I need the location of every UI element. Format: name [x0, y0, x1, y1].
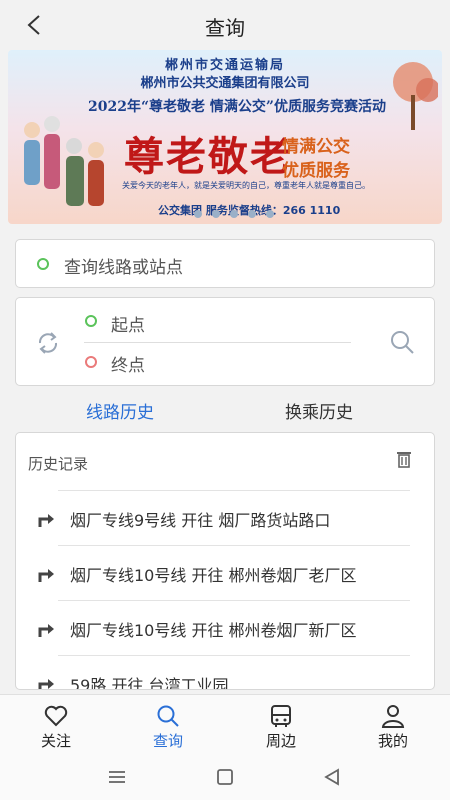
turn-arrow-icon — [38, 624, 54, 637]
tree-illustration — [393, 62, 438, 130]
start-dot-icon — [85, 315, 97, 327]
user-icon — [381, 705, 405, 728]
route-planner: 起点 终点 — [15, 297, 435, 386]
history-item-label: 59路 开往 台湾工业园 — [70, 676, 229, 690]
nav-nearby[interactable]: 周边 — [246, 695, 316, 755]
banner-small-text: 关爱今天的老年人，就是关爱明天的自己，尊重老年人就是尊重自己。 — [122, 181, 370, 190]
menu-icon[interactable] — [106, 766, 128, 788]
history-item[interactable]: 烟厂专线10号线 开往 郴州卷烟厂新厂区 — [36, 601, 422, 656]
turn-arrow-icon — [38, 514, 54, 527]
carousel-indicator — [194, 210, 274, 218]
banner-line3: 2022年“尊老敬老 情满公交”优质服务竞赛活动 — [88, 99, 386, 115]
history-title: 历史记录 — [28, 455, 89, 473]
divider — [58, 600, 410, 601]
system-navigation-bar — [0, 754, 450, 800]
banner-slogan1: 情满公交 — [282, 137, 350, 157]
start-field[interactable]: 起点 — [111, 311, 145, 336]
nav-nearby-label: 周边 — [265, 732, 296, 750]
end-dot-icon — [85, 356, 97, 368]
end-field[interactable]: 终点 — [111, 351, 145, 376]
history-item[interactable]: 59路 开往 台湾工业园 — [36, 656, 422, 690]
tab-route-history[interactable]: 线路历史 — [86, 398, 154, 423]
divider — [58, 545, 410, 546]
header: 查询 — [0, 0, 450, 50]
search-icon[interactable] — [388, 328, 416, 356]
trash-icon[interactable] — [394, 449, 414, 469]
route-divider — [84, 342, 351, 343]
banner-headline: 尊老敬老 — [124, 133, 292, 180]
banner-line2: 郴州市公共交通集团有限公司 — [140, 76, 310, 91]
promo-banner[interactable]: 郴州市交通运输局 郴州市公共交通集团有限公司 2022年“尊老敬老 情满公交”优… — [8, 50, 442, 224]
home-icon[interactable] — [214, 766, 236, 788]
bottom-nav: 关注 查询 周边 我的 — [0, 694, 450, 754]
divider — [58, 490, 410, 491]
nav-follow-label: 关注 — [40, 732, 71, 750]
search-input[interactable]: 查询线路或站点 — [15, 239, 435, 288]
history-item-label: 烟厂专线9号线 开往 烟厂路货站路口 — [70, 511, 331, 530]
turn-arrow-icon — [38, 679, 54, 689]
swap-icon[interactable] — [34, 329, 62, 357]
history-panel: 历史记录 烟厂专线9号线 开往 烟厂路货站路口 烟厂专线10号线 开往 郴州卷烟… — [15, 432, 435, 690]
history-item[interactable]: 烟厂专线10号线 开往 郴州卷烟厂老厂区 — [36, 546, 422, 601]
history-item[interactable]: 烟厂专线9号线 开往 烟厂路货站路口 — [36, 491, 422, 546]
nav-follow[interactable]: 关注 — [21, 695, 91, 755]
search-placeholder: 查询线路或站点 — [64, 258, 183, 278]
history-item-label: 烟厂专线10号线 开往 郴州卷烟厂老厂区 — [70, 566, 357, 585]
history-tabs: 线路历史 换乘历史 — [0, 398, 450, 428]
heart-icon — [44, 705, 68, 727]
nav-query[interactable]: 查询 — [133, 695, 203, 755]
nav-mine[interactable]: 我的 — [358, 695, 428, 755]
divider — [58, 655, 410, 656]
tab-transfer-history[interactable]: 换乘历史 — [285, 398, 353, 423]
nav-mine-label: 我的 — [377, 732, 408, 750]
elderly-figures-illustration — [24, 116, 104, 206]
banner-line1: 郴州市交通运输局 — [164, 58, 285, 73]
search-icon — [157, 705, 179, 727]
back-icon[interactable] — [322, 766, 344, 788]
nav-query-label: 查询 — [152, 732, 183, 750]
turn-arrow-icon — [38, 569, 54, 582]
bus-icon — [271, 705, 291, 727]
search-dot-icon — [37, 258, 49, 270]
history-item-label: 烟厂专线10号线 开往 郴州卷烟厂新厂区 — [70, 621, 357, 640]
page-title: 查询 — [205, 16, 245, 40]
banner-slogan2: 优质服务 — [282, 161, 350, 181]
